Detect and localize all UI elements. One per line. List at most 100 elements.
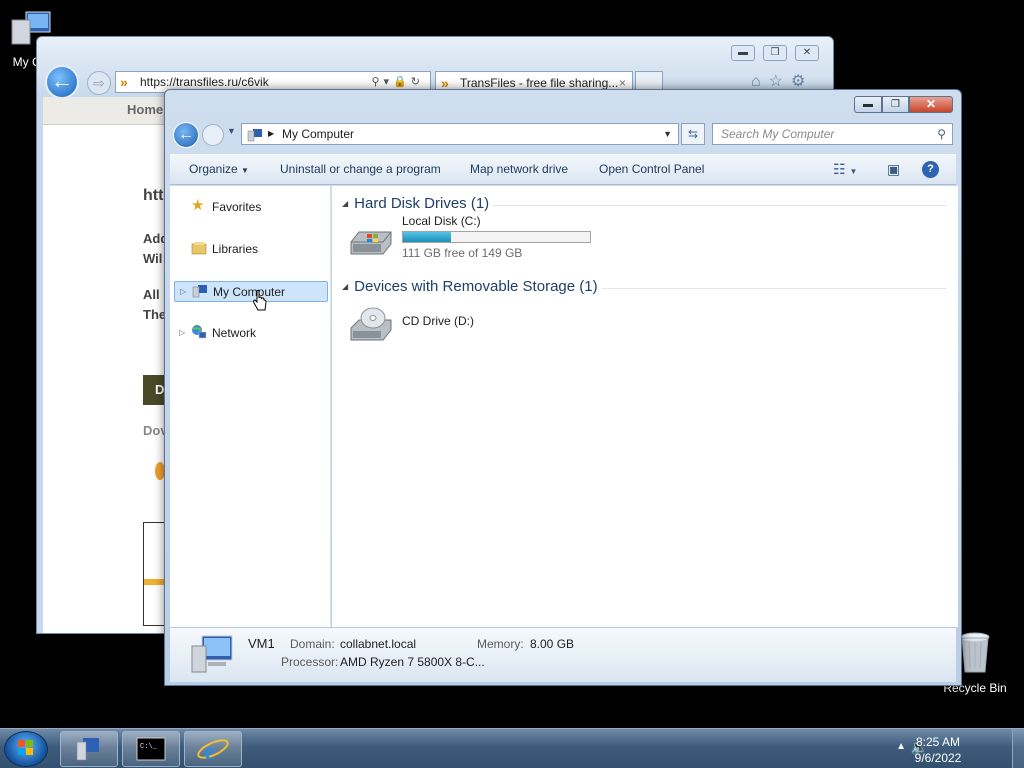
drive-usage-bar xyxy=(402,231,591,243)
taskbar-explorer-button[interactable] xyxy=(60,731,118,767)
computer-icon xyxy=(247,129,262,142)
nav-item-label: Libraries xyxy=(212,242,259,256)
show-desktop-button[interactable] xyxy=(1012,729,1024,768)
search-icon[interactable]: ⚲ xyxy=(937,124,946,144)
svg-text:e: e xyxy=(204,739,215,765)
taskbar: C:\_ e ▲ 🔈 8:25 AM 9/6/2022 xyxy=(0,728,1024,768)
help-icon[interactable]: ? xyxy=(922,161,939,178)
browser-forward-button[interactable]: ⇨ xyxy=(87,71,111,95)
refresh-button[interactable]: ⇆ xyxy=(681,123,705,145)
browser-tab-title: TransFiles - free file sharing... xyxy=(460,76,619,90)
taskbar-cmd-button[interactable]: C:\_ xyxy=(122,731,180,767)
clock-time: 8:25 AM xyxy=(915,735,961,749)
address-bar[interactable]: ▶ My Computer ▼ xyxy=(241,123,679,145)
memory-value: 8.00 GB xyxy=(530,637,575,651)
browser-url: https://transfiles.ru/c6vik xyxy=(140,75,269,89)
show-hidden-icons-icon[interactable]: ▲ xyxy=(896,741,906,752)
search-input[interactable]: Search My Computer ⚲ xyxy=(712,123,953,145)
clock-date: 9/6/2022 xyxy=(914,751,962,765)
cd-drive-icon xyxy=(350,307,392,341)
internet-explorer-icon: e xyxy=(197,739,229,765)
recent-pages-chevron-icon[interactable]: ▼ xyxy=(227,126,236,136)
drive-free-space: 111 GB free of 149 GB xyxy=(402,246,523,260)
content-pane: ◢ Hard Disk Drives (1) Local Disk (C:) 11… xyxy=(332,186,958,627)
site-icon: » xyxy=(120,74,128,90)
computer-name: VM1 xyxy=(248,636,275,651)
page-text-fragment: Wil xyxy=(143,251,163,266)
address-dropdown-icon[interactable]: ▼ xyxy=(663,124,672,144)
browser-tool-icons[interactable]: ⌂☆⚙ xyxy=(751,71,813,91)
start-button[interactable] xyxy=(4,731,48,767)
taskbar-ie-button[interactable]: e xyxy=(184,731,242,767)
browser-toolbar: ▬ ❐ ✕ ← ⇨ » https://transfiles.ru/c6vik … xyxy=(37,37,833,99)
command-bar: Organize ▼ Uninstall or change a program… xyxy=(170,154,956,185)
hard-drive-icon xyxy=(350,231,392,255)
breadcrumb[interactable]: My Computer xyxy=(282,127,354,141)
browser-minimize-button[interactable]: ▬ xyxy=(731,45,755,61)
page-image-frame xyxy=(143,522,166,626)
browser-maximize-button[interactable]: ❐ xyxy=(763,45,787,61)
site-nav-home[interactable]: Home xyxy=(127,102,163,117)
uninstall-program-button[interactable]: Uninstall or change a program xyxy=(280,154,441,184)
window-controls: ▬ ❐ ✕ xyxy=(854,96,953,113)
close-button[interactable]: ✕ xyxy=(909,96,953,113)
details-pane: VM1 Domain: collabnet.local Memory: 8.00… xyxy=(170,627,956,682)
nav-item-label: Favorites xyxy=(212,200,262,214)
memory-label: Memory: xyxy=(477,637,524,651)
nav-item-network[interactable]: ▷ Network xyxy=(174,323,328,344)
windows-logo-icon xyxy=(18,740,33,755)
group-header-label: Hard Disk Drives (1) xyxy=(354,195,490,212)
group-header-removable-storage[interactable]: ◢ Devices with Removable Storage (1) xyxy=(342,278,598,295)
nav-item-label: Network xyxy=(212,326,257,340)
nav-item-favorites[interactable]: ★ Favorites xyxy=(174,197,328,218)
star-icon: ★ xyxy=(191,197,205,214)
processor-label: Processor: xyxy=(281,655,339,669)
drive-name: CD Drive (D:) xyxy=(402,314,474,328)
group-header-hard-disk-drives[interactable]: ◢ Hard Disk Drives (1) xyxy=(342,195,489,212)
hand-cursor-icon xyxy=(253,290,267,311)
expand-arrow-icon[interactable]: ▷ xyxy=(179,323,185,343)
page-text-fragment: htt xyxy=(143,187,164,204)
computer-icon xyxy=(191,635,233,673)
collapse-icon: ◢ xyxy=(342,199,349,208)
processor-value: AMD Ryzen 7 5800X 8-C... xyxy=(340,655,485,669)
back-button[interactable]: ← xyxy=(173,122,199,148)
browser-close-button[interactable]: ✕ xyxy=(795,45,819,61)
clock[interactable]: 8:25 AM 9/6/2022 xyxy=(908,734,968,766)
organize-chevron-icon: ▼ xyxy=(241,166,249,175)
nav-item-libraries[interactable]: Libraries xyxy=(174,239,328,260)
group-header-label: Devices with Removable Storage (1) xyxy=(354,278,598,295)
page-text-fragment: All xyxy=(143,287,160,302)
computer-icon xyxy=(192,285,207,298)
explorer-window[interactable]: ▬ ❐ ✕ ← ▼ ▶ My Computer ▼ ⇆ Search My Co… xyxy=(164,89,962,686)
nav-item-label: My Computer xyxy=(213,285,286,299)
computer-icon xyxy=(76,738,99,761)
drive-name: Local Disk (C:) xyxy=(402,214,481,228)
drive-usage-fill xyxy=(403,232,451,242)
nav-item-my-computer[interactable]: ▷ My Computer xyxy=(174,281,328,302)
maximize-button[interactable]: ❐ xyxy=(882,96,909,113)
group-divider xyxy=(602,288,947,289)
download-button-label: D xyxy=(155,382,165,397)
change-view-icon[interactable]: ☷ ▼ xyxy=(833,154,857,187)
organize-button[interactable]: Organize ▼ xyxy=(189,154,249,186)
organize-label: Organize xyxy=(189,162,238,176)
group-divider xyxy=(492,205,947,206)
breadcrumb-chevron-icon[interactable]: ▶ xyxy=(268,124,274,144)
browser-back-button[interactable]: ← xyxy=(45,65,79,99)
open-control-panel-button[interactable]: Open Control Panel xyxy=(599,154,704,184)
page-image-stripe xyxy=(144,579,166,585)
command-prompt-icon: C:\_ xyxy=(136,737,166,761)
map-network-drive-button[interactable]: Map network drive xyxy=(470,154,568,184)
domain-value: collabnet.local xyxy=(340,637,417,651)
collapse-icon: ◢ xyxy=(342,282,349,291)
preview-pane-icon[interactable]: ▣ xyxy=(887,154,900,184)
libraries-icon xyxy=(191,242,207,255)
domain-label: Domain: xyxy=(290,637,335,651)
forward-button[interactable] xyxy=(202,124,224,146)
system-tray: ▲ 🔈 8:25 AM 9/6/2022 xyxy=(884,729,1024,768)
navigation-pane: ★ Favorites Libraries ▷ My Computer ▷ Ne… xyxy=(170,186,331,627)
expand-arrow-icon[interactable]: ▷ xyxy=(180,282,186,302)
search-placeholder: Search My Computer xyxy=(721,127,835,141)
minimize-button[interactable]: ▬ xyxy=(854,96,882,113)
